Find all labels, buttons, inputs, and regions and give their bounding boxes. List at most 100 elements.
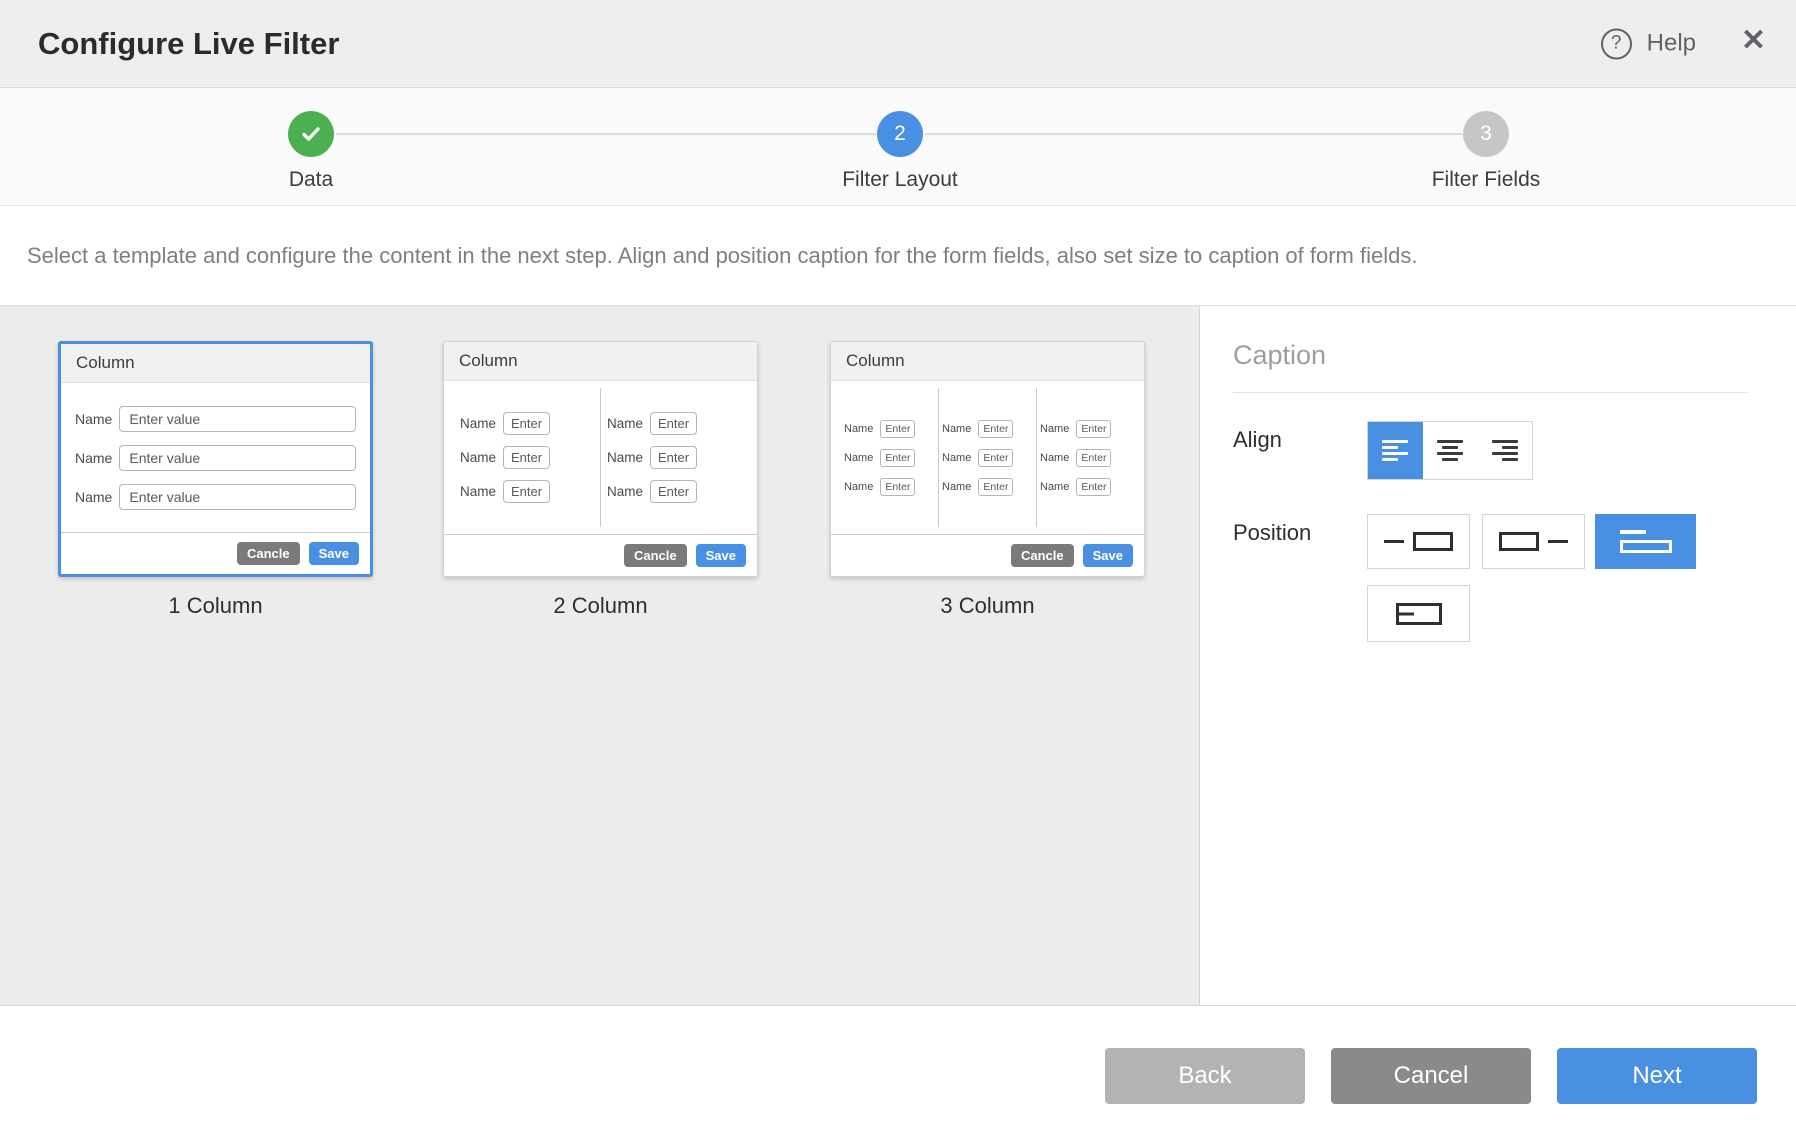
field-input: Enter xyxy=(503,446,550,469)
field-caption: Name xyxy=(460,416,496,431)
field-caption: Name xyxy=(460,450,496,465)
step-number: 2 xyxy=(894,122,906,146)
caption-inside-icon xyxy=(1396,603,1442,625)
step-filter-layout-circle[interactable]: 2 xyxy=(877,111,923,157)
field-input: Enter xyxy=(978,420,1013,438)
help-icon: ? xyxy=(1601,28,1632,59)
preview-form-row: Name Enter xyxy=(607,412,741,435)
stepper-connector xyxy=(925,133,1462,135)
preview-form-row: Name Enter xyxy=(460,446,594,469)
dialog-footer: Back Cancel Next xyxy=(0,1006,1796,1138)
step-data-circle[interactable] xyxy=(288,111,334,157)
preview-form-row: Name Enter xyxy=(844,478,935,496)
close-icon[interactable]: ✕ xyxy=(1741,26,1766,56)
wizard-stepper: 2 3 Data Filter Layout Filter Fields xyxy=(0,88,1796,206)
mini-cancel-button: Cancle xyxy=(1011,544,1074,567)
align-left-icon xyxy=(1382,440,1408,461)
align-label: Align xyxy=(1233,427,1282,453)
align-center-icon xyxy=(1437,440,1463,461)
field-input: Enter xyxy=(650,480,697,503)
caption-dash-icon xyxy=(1384,540,1404,543)
template-card-2-column[interactable]: Column Name Enter Name Enter Name Enter xyxy=(443,341,758,619)
position-caption-inside-button[interactable] xyxy=(1367,585,1470,642)
preview-panel-title: Column xyxy=(61,344,370,383)
check-icon xyxy=(299,122,323,146)
field-caption: Name xyxy=(844,452,873,464)
template-preview-2-column[interactable]: Column Name Enter Name Enter Name Enter xyxy=(443,341,758,577)
preview-form-row: Name Enter value xyxy=(75,484,356,510)
mini-cancel-button: Cancle xyxy=(237,542,300,565)
position-caption-top-button[interactable] xyxy=(1595,514,1696,569)
position-caption-left-button[interactable] xyxy=(1367,514,1470,569)
step-data-label: Data xyxy=(289,168,333,192)
template-card-label: 2 Column xyxy=(443,593,758,619)
mini-cancel-button: Cancle xyxy=(624,544,687,567)
help-label: Help xyxy=(1647,30,1696,58)
field-caption: Name xyxy=(1040,481,1069,493)
field-caption: Name xyxy=(844,423,873,435)
next-button[interactable]: Next xyxy=(1557,1048,1757,1104)
field-input: Enter value xyxy=(119,406,356,432)
mini-save-button: Save xyxy=(1083,544,1133,567)
align-option-group xyxy=(1367,421,1533,480)
dialog-header: Configure Live Filter ? Help ✕ xyxy=(0,0,1796,88)
preview-footer: Cancle Save xyxy=(831,534,1144,576)
step-filter-fields-label: Filter Fields xyxy=(1432,168,1541,192)
preview-form-row: Name Enter xyxy=(607,480,741,503)
field-caption: Name xyxy=(607,416,643,431)
field-caption: Name xyxy=(607,450,643,465)
preview-panel-title: Column xyxy=(831,342,1144,381)
stepper-connector xyxy=(336,133,876,135)
field-input: Enter xyxy=(503,480,550,503)
field-caption: Name xyxy=(75,450,112,466)
caption-settings-panel: Caption Align Position xyxy=(1199,306,1796,1005)
template-card-label: 3 Column xyxy=(830,593,1145,619)
position-caption-right-button[interactable] xyxy=(1482,514,1585,569)
field-input: Enter xyxy=(880,420,915,438)
field-rect-icon xyxy=(1499,532,1539,551)
preview-form-row: Name Enter xyxy=(1040,478,1131,496)
field-caption: Name xyxy=(607,484,643,499)
template-card-3-column[interactable]: Column Name Enter Name Enter Name Enter xyxy=(830,341,1145,619)
mini-save-button: Save xyxy=(309,542,359,565)
preview-form-row: Name Enter xyxy=(844,420,935,438)
preview-footer: Cancle Save xyxy=(444,534,757,576)
help-button[interactable]: ? Help xyxy=(1601,28,1696,59)
field-caption: Name xyxy=(942,423,971,435)
preview-form-row: Name Enter value xyxy=(75,445,356,471)
field-input: Enter xyxy=(978,449,1013,467)
field-input: Enter xyxy=(503,412,550,435)
field-caption: Name xyxy=(942,452,971,464)
step-filter-fields-circle[interactable]: 3 xyxy=(1463,111,1509,157)
cancel-button[interactable]: Cancel xyxy=(1331,1048,1531,1104)
preview-form-row: Name Enter xyxy=(942,420,1033,438)
step-number: 3 xyxy=(1480,122,1492,146)
preview-form-row: Name Enter xyxy=(942,449,1033,467)
preview-form-row: Name Enter xyxy=(942,478,1033,496)
field-input: Enter xyxy=(880,478,915,496)
preview-form-row: Name Enter xyxy=(1040,420,1131,438)
preview-form-row: Name Enter xyxy=(460,412,594,435)
preview-panel-title: Column xyxy=(444,342,757,381)
align-right-button[interactable] xyxy=(1477,422,1532,479)
field-input: Enter value xyxy=(119,445,356,471)
template-preview-3-column[interactable]: Column Name Enter Name Enter Name Enter xyxy=(830,341,1145,577)
step-filter-layout-label: Filter Layout xyxy=(842,168,958,192)
mini-save-button: Save xyxy=(696,544,746,567)
caption-divider xyxy=(1233,392,1747,393)
main-content: Column Name Enter value Name Enter value… xyxy=(0,306,1796,1006)
template-card-1-column[interactable]: Column Name Enter value Name Enter value… xyxy=(58,341,373,619)
field-input: Enter xyxy=(650,412,697,435)
field-input: Enter value xyxy=(119,484,356,510)
align-center-button[interactable] xyxy=(1423,422,1478,479)
template-preview-1-column[interactable]: Column Name Enter value Name Enter value… xyxy=(58,341,373,577)
back-button[interactable]: Back xyxy=(1105,1048,1305,1104)
field-input: Enter xyxy=(1076,449,1111,467)
field-input: Enter xyxy=(880,449,915,467)
step-description: Select a template and configure the cont… xyxy=(0,206,1796,306)
field-caption: Name xyxy=(844,481,873,493)
align-left-button[interactable] xyxy=(1368,422,1423,479)
preview-form-row: Name Enter xyxy=(1040,449,1131,467)
field-input: Enter xyxy=(650,446,697,469)
field-caption: Name xyxy=(1040,423,1069,435)
